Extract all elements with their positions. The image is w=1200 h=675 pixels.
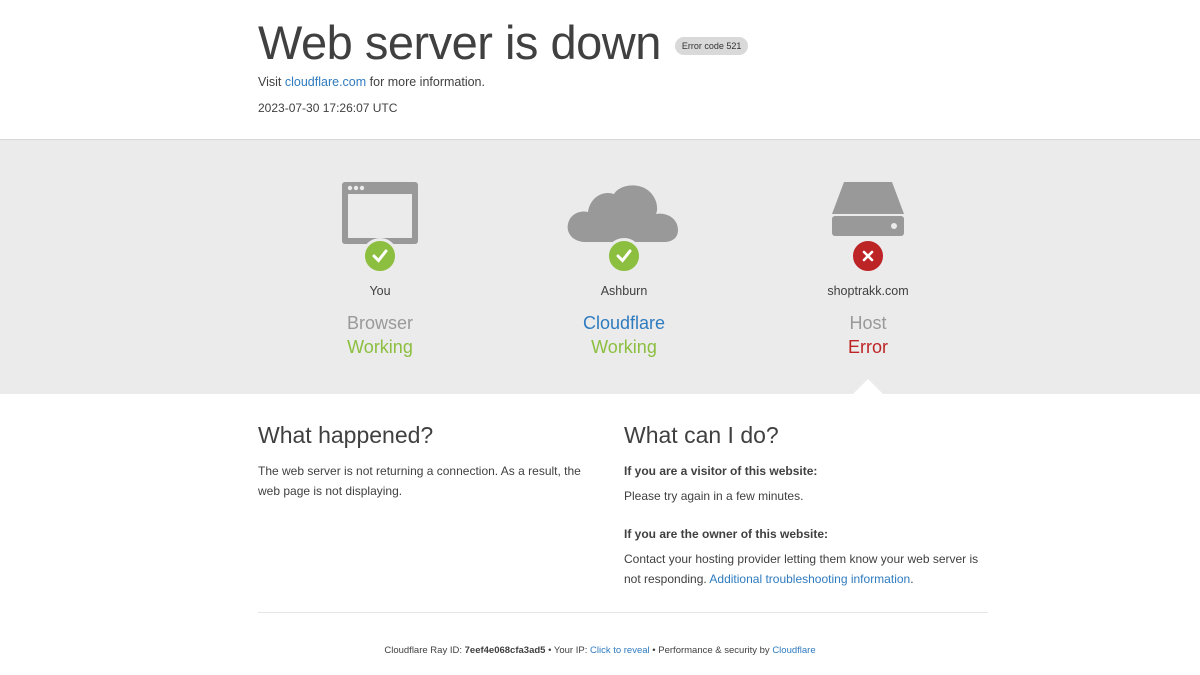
- host-status-error-icon: [850, 238, 886, 274]
- node-kind: Browser: [346, 313, 413, 333]
- ip-label: Your IP:: [553, 645, 588, 656]
- footer-divider: [258, 612, 988, 613]
- troubleshooting-link[interactable]: Additional troubleshooting information: [709, 572, 910, 586]
- node-kind: Host: [849, 313, 887, 333]
- node-browser: You Browser Working: [270, 140, 490, 359]
- cloudflare-status-check-icon: [606, 238, 642, 274]
- footer: Cloudflare Ray ID: 7eef4e068cfa3ad5 • Yo…: [384, 645, 816, 656]
- reveal-ip-link[interactable]: Click to reveal: [590, 645, 650, 656]
- cloudflare-kind-link[interactable]: Cloudflare: [514, 313, 734, 335]
- visitor-text: Please try again in a few minutes.: [624, 489, 804, 503]
- node-location: Ashburn: [600, 284, 648, 298]
- owner-label: If you are the owner of this website:: [624, 527, 829, 541]
- what-happened-heading: What happened?: [258, 422, 434, 448]
- page-title: Web server is down: [258, 16, 661, 69]
- error-code-badge: Error code 521: [674, 37, 749, 55]
- node-location: shoptrakk.com: [827, 284, 909, 298]
- owner-text: Contact your hosting provider letting th…: [624, 552, 979, 586]
- status-band: You Browser Working Ashburn Cloudflare W…: [0, 140, 1200, 395]
- cloud-icon: [514, 180, 734, 280]
- node-host: shoptrakk.com Host Error: [758, 140, 978, 359]
- ray-id-value: 7eef4e068cfa3ad5: [464, 645, 546, 656]
- cloudflare-footer-link[interactable]: Cloudflare: [772, 645, 815, 656]
- error-pointer-arrow: [852, 379, 884, 395]
- node-state: Working: [347, 337, 413, 357]
- timestamp: 2023-07-30 17:26:07 UTC: [258, 101, 398, 115]
- node-state: Working: [591, 337, 657, 357]
- node-cloudflare: Ashburn Cloudflare Working: [514, 140, 734, 359]
- details-section: What happened? The web server is not ret…: [0, 394, 1200, 614]
- browser-status-check-icon: [362, 238, 398, 274]
- performance-label: Performance & security by: [658, 645, 770, 656]
- what-happened-text: The web server is not returning a connec…: [258, 464, 581, 498]
- visit-line: Visit cloudflare.com for more informatio…: [258, 75, 485, 89]
- page-header: Web server is down Error code 521 Visit …: [0, 0, 1200, 140]
- server-icon: [758, 180, 978, 280]
- browser-icon: [270, 180, 490, 280]
- node-state: Error: [848, 337, 888, 357]
- ray-id-label: Cloudflare Ray ID:: [384, 645, 462, 656]
- visit-suffix: for more information.: [369, 75, 485, 89]
- what-can-i-do-heading: What can I do?: [624, 422, 779, 448]
- cloudflare-link[interactable]: cloudflare.com: [285, 75, 366, 89]
- node-location: You: [369, 284, 391, 298]
- visitor-label: If you are a visitor of this website:: [624, 464, 818, 478]
- visit-prefix: Visit: [258, 75, 282, 89]
